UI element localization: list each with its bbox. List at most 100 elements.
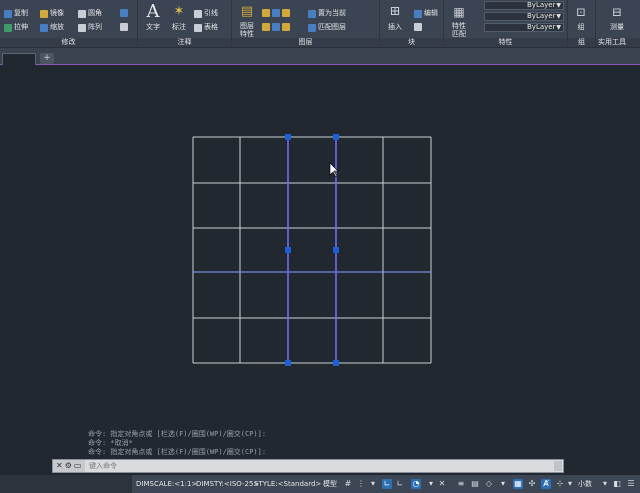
layer-lock-icon	[262, 23, 270, 31]
block-panel: ⊞ 插入 编辑 块	[380, 0, 444, 47]
drawing-tab[interactable]	[2, 53, 36, 65]
chevron-down-icon: ▼	[556, 2, 561, 9]
command-history-line: 命令: *取消*	[88, 439, 133, 447]
selection-cycling-icon[interactable]: ◇	[484, 479, 494, 489]
group-button[interactable]: ⊡ 组	[570, 2, 592, 32]
table-button[interactable]: 表格	[194, 23, 218, 32]
dimsty-readout[interactable]: DIMSTY:<ISO-25>	[196, 475, 259, 493]
block-edit-button[interactable]: 编辑	[414, 9, 438, 18]
copy-icon	[4, 9, 12, 18]
groups-panel-title[interactable]: 组	[568, 38, 595, 47]
command-history-line: 命令: 指定对角点或 [栏选(F)/圈围(WP)/圈交(CP)]:	[88, 448, 267, 456]
command-history: 命令: 指定对角点或 [栏选(F)/圈围(WP)/圈交(CP)]: 命令: *取…	[88, 430, 468, 457]
block-panel-title[interactable]: 块	[380, 38, 443, 47]
workspace-switch-icon[interactable]: ▾	[565, 479, 575, 489]
properties-panel-title[interactable]: 特性	[444, 38, 567, 47]
dynamic-input-icon[interactable]: ▾	[368, 479, 378, 489]
layer-thaw-icon	[282, 23, 290, 31]
snap-mode-icon[interactable]: ⋮	[356, 479, 366, 489]
transparency-icon[interactable]: ▤	[470, 479, 480, 489]
model-space-toggle[interactable]: 模型	[323, 475, 337, 493]
mirror-button[interactable]: 镜像	[40, 9, 64, 18]
units-readout[interactable]: 小数	[578, 475, 592, 493]
block-attr-button[interactable]	[414, 23, 422, 31]
command-history-line: 命令: 指定对角点或 [栏选(F)/圈围(WP)/圈交(CP)]:	[88, 430, 267, 438]
leader-button[interactable]: 引线	[194, 9, 218, 18]
command-line-controls[interactable]: ✕⚙▭	[53, 460, 85, 472]
ribbon: 复制 镜像 圆角 拉伸 缩放 阵列 修改 A 文字 ✶ 标注 引线 表格 注释 …	[0, 0, 640, 48]
grip-handle[interactable]	[333, 247, 339, 253]
measure-icon: ⊟	[611, 5, 623, 19]
object-snap-tracking-icon[interactable]: ▾	[426, 479, 436, 489]
grip-handle[interactable]	[285, 360, 291, 366]
match-layer-icon	[308, 23, 316, 32]
modify-panel-title[interactable]: 修改	[0, 38, 137, 47]
copy-button[interactable]: 复制	[4, 9, 28, 18]
quick-properties-icon[interactable]: ▾	[600, 479, 610, 489]
insert-button[interactable]: ⊞ 插入	[384, 2, 406, 32]
command-prompt-icon[interactable]: ▭	[74, 461, 84, 470]
status-bar-right: DIMSCALE:<1:1> DIMSTY:<ISO-25> STYLE:<St…	[132, 475, 640, 493]
command-input[interactable]	[89, 461, 559, 471]
properties-panel: ▦ 特性匹配 ByLayer ▼ ByLayer ▼ ByLayer ▼ 特性	[444, 0, 568, 47]
gizmo-icon[interactable]: ✣	[527, 479, 537, 489]
utilities-panel: ⊟ 测量 实用工具	[596, 0, 640, 47]
grip-handle[interactable]	[285, 247, 291, 253]
stretch-button[interactable]: 拉伸	[4, 23, 28, 32]
text-button[interactable]: A 文字	[142, 2, 164, 32]
ortho-mode-icon[interactable]: ∟	[382, 479, 392, 489]
set-current-button[interactable]: 置为当前	[308, 9, 346, 18]
linetype-dropdown[interactable]: ByLayer ▼	[484, 23, 564, 32]
selection-filter-icon[interactable]: ▦	[513, 479, 523, 489]
drawing-canvas[interactable]	[0, 66, 640, 459]
dimscale-readout[interactable]: DIMSCALE:<1:1>	[136, 475, 197, 493]
layer-freeze-icon	[282, 9, 290, 17]
fillet-button[interactable]: 圆角	[78, 9, 102, 18]
object-snap-icon[interactable]: ✕	[437, 479, 447, 489]
grip-handle[interactable]	[333, 360, 339, 366]
layer-tools-row1[interactable]	[262, 9, 290, 17]
command-line-scroll[interactable]	[554, 461, 562, 471]
match-properties-button[interactable]: ▦ 特性匹配	[446, 2, 472, 38]
match-layer-button[interactable]: 匹配图层	[308, 23, 346, 32]
annotation-scale-icon[interactable]: ⊹	[555, 479, 565, 489]
wrench-icon[interactable]: ⚙	[65, 461, 74, 470]
annotation-panel: A 文字 ✶ 标注 引线 表格 注释	[138, 0, 232, 47]
offset-button[interactable]	[120, 23, 128, 31]
utilities-panel-title[interactable]: 实用工具	[596, 38, 640, 47]
grid-display-icon[interactable]: #	[343, 479, 353, 489]
grip-handle[interactable]	[285, 134, 291, 140]
layers-panel-title[interactable]: 图层	[232, 38, 379, 47]
lineweight-icon[interactable]: ≡	[456, 479, 466, 489]
isodraft-icon[interactable]: ◔	[411, 479, 421, 489]
close-icon[interactable]: ✕	[56, 461, 65, 470]
array-button[interactable]: 阵列	[78, 23, 102, 32]
polar-tracking-icon[interactable]: ∟	[395, 479, 405, 489]
layer-properties-button[interactable]: ▤ 图层特性	[234, 2, 260, 38]
set-current-icon	[308, 9, 316, 18]
measure-button[interactable]: ⊟ 测量	[606, 2, 628, 32]
layer-tools-row2[interactable]	[262, 23, 290, 31]
explode-button[interactable]	[120, 9, 128, 17]
array-icon	[78, 23, 86, 32]
scale-button[interactable]: 缩放	[40, 23, 64, 32]
grid-lines	[192, 136, 432, 364]
annotation-panel-title[interactable]: 注释	[138, 38, 231, 47]
drawing-svg[interactable]	[0, 66, 640, 459]
color-dropdown[interactable]: ByLayer ▼	[484, 1, 564, 10]
new-tab-button[interactable]: +	[40, 53, 54, 64]
3d-snap-icon[interactable]: ▾	[498, 479, 508, 489]
chevron-down-icon: ▼	[556, 13, 561, 20]
lineweight-dropdown[interactable]: ByLayer ▼	[484, 12, 564, 21]
style-readout[interactable]: STYLE:<Standard>	[254, 475, 321, 493]
annotation-visibility-icon[interactable]: Ⱥ	[541, 479, 551, 489]
status-bar: DIMSCALE:<1:1> DIMSTY:<ISO-25> STYLE:<St…	[0, 475, 640, 493]
isolate-objects-icon[interactable]: ◧	[612, 479, 622, 489]
dimension-icon: ✶	[173, 4, 185, 19]
customization-icon[interactable]: ☰	[626, 479, 636, 489]
grip-handle[interactable]	[333, 134, 339, 140]
command-line: ✕⚙▭	[52, 459, 564, 473]
layer-unisolate-icon	[272, 23, 280, 31]
offset-icon	[120, 23, 128, 31]
dimension-button[interactable]: ✶ 标注	[168, 2, 190, 32]
